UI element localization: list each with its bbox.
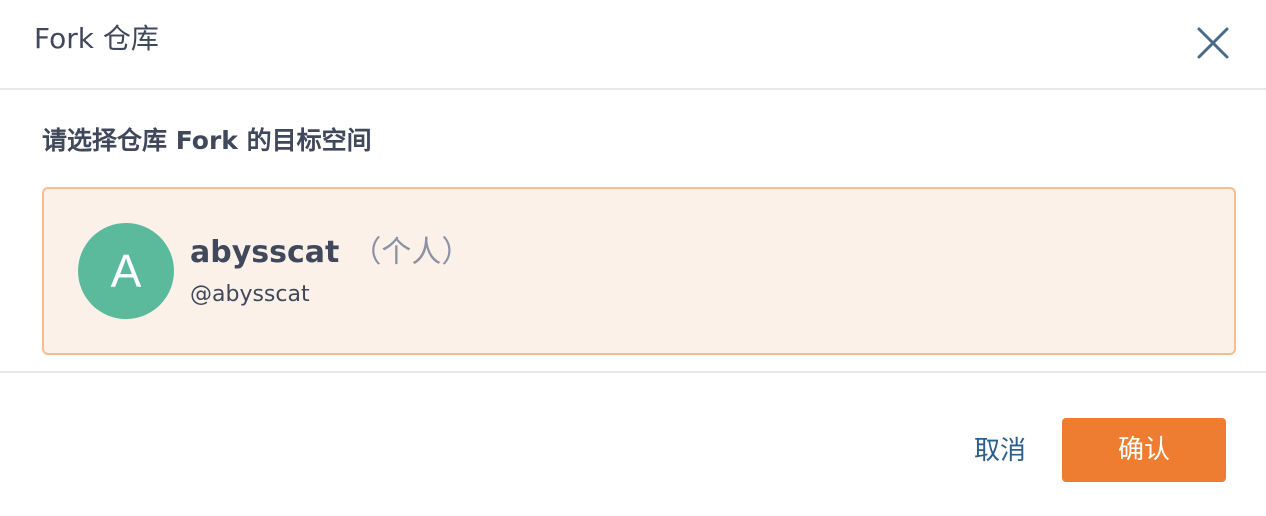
- dialog-title: Fork 仓库: [34, 22, 159, 55]
- namespace-name: abysscat: [190, 235, 340, 270]
- namespace-name-row: abysscat （个人）: [190, 233, 471, 277]
- dialog-header: Fork 仓库: [0, 0, 1266, 90]
- namespace-type-label: （个人）: [351, 235, 472, 270]
- close-button[interactable]: [1192, 22, 1234, 64]
- namespace-handle: @abysscat: [190, 282, 310, 307]
- footer-divider: [0, 371, 1266, 373]
- select-namespace-prompt: 请选择仓库 Fork 的目标空间: [42, 126, 372, 155]
- avatar: A: [78, 223, 174, 319]
- close-icon: [1197, 27, 1229, 59]
- cancel-button[interactable]: 取消: [952, 420, 1048, 482]
- namespace-option-abysscat[interactable]: A abysscat （个人） @abysscat: [42, 187, 1236, 355]
- confirm-button[interactable]: 确认: [1062, 418, 1226, 482]
